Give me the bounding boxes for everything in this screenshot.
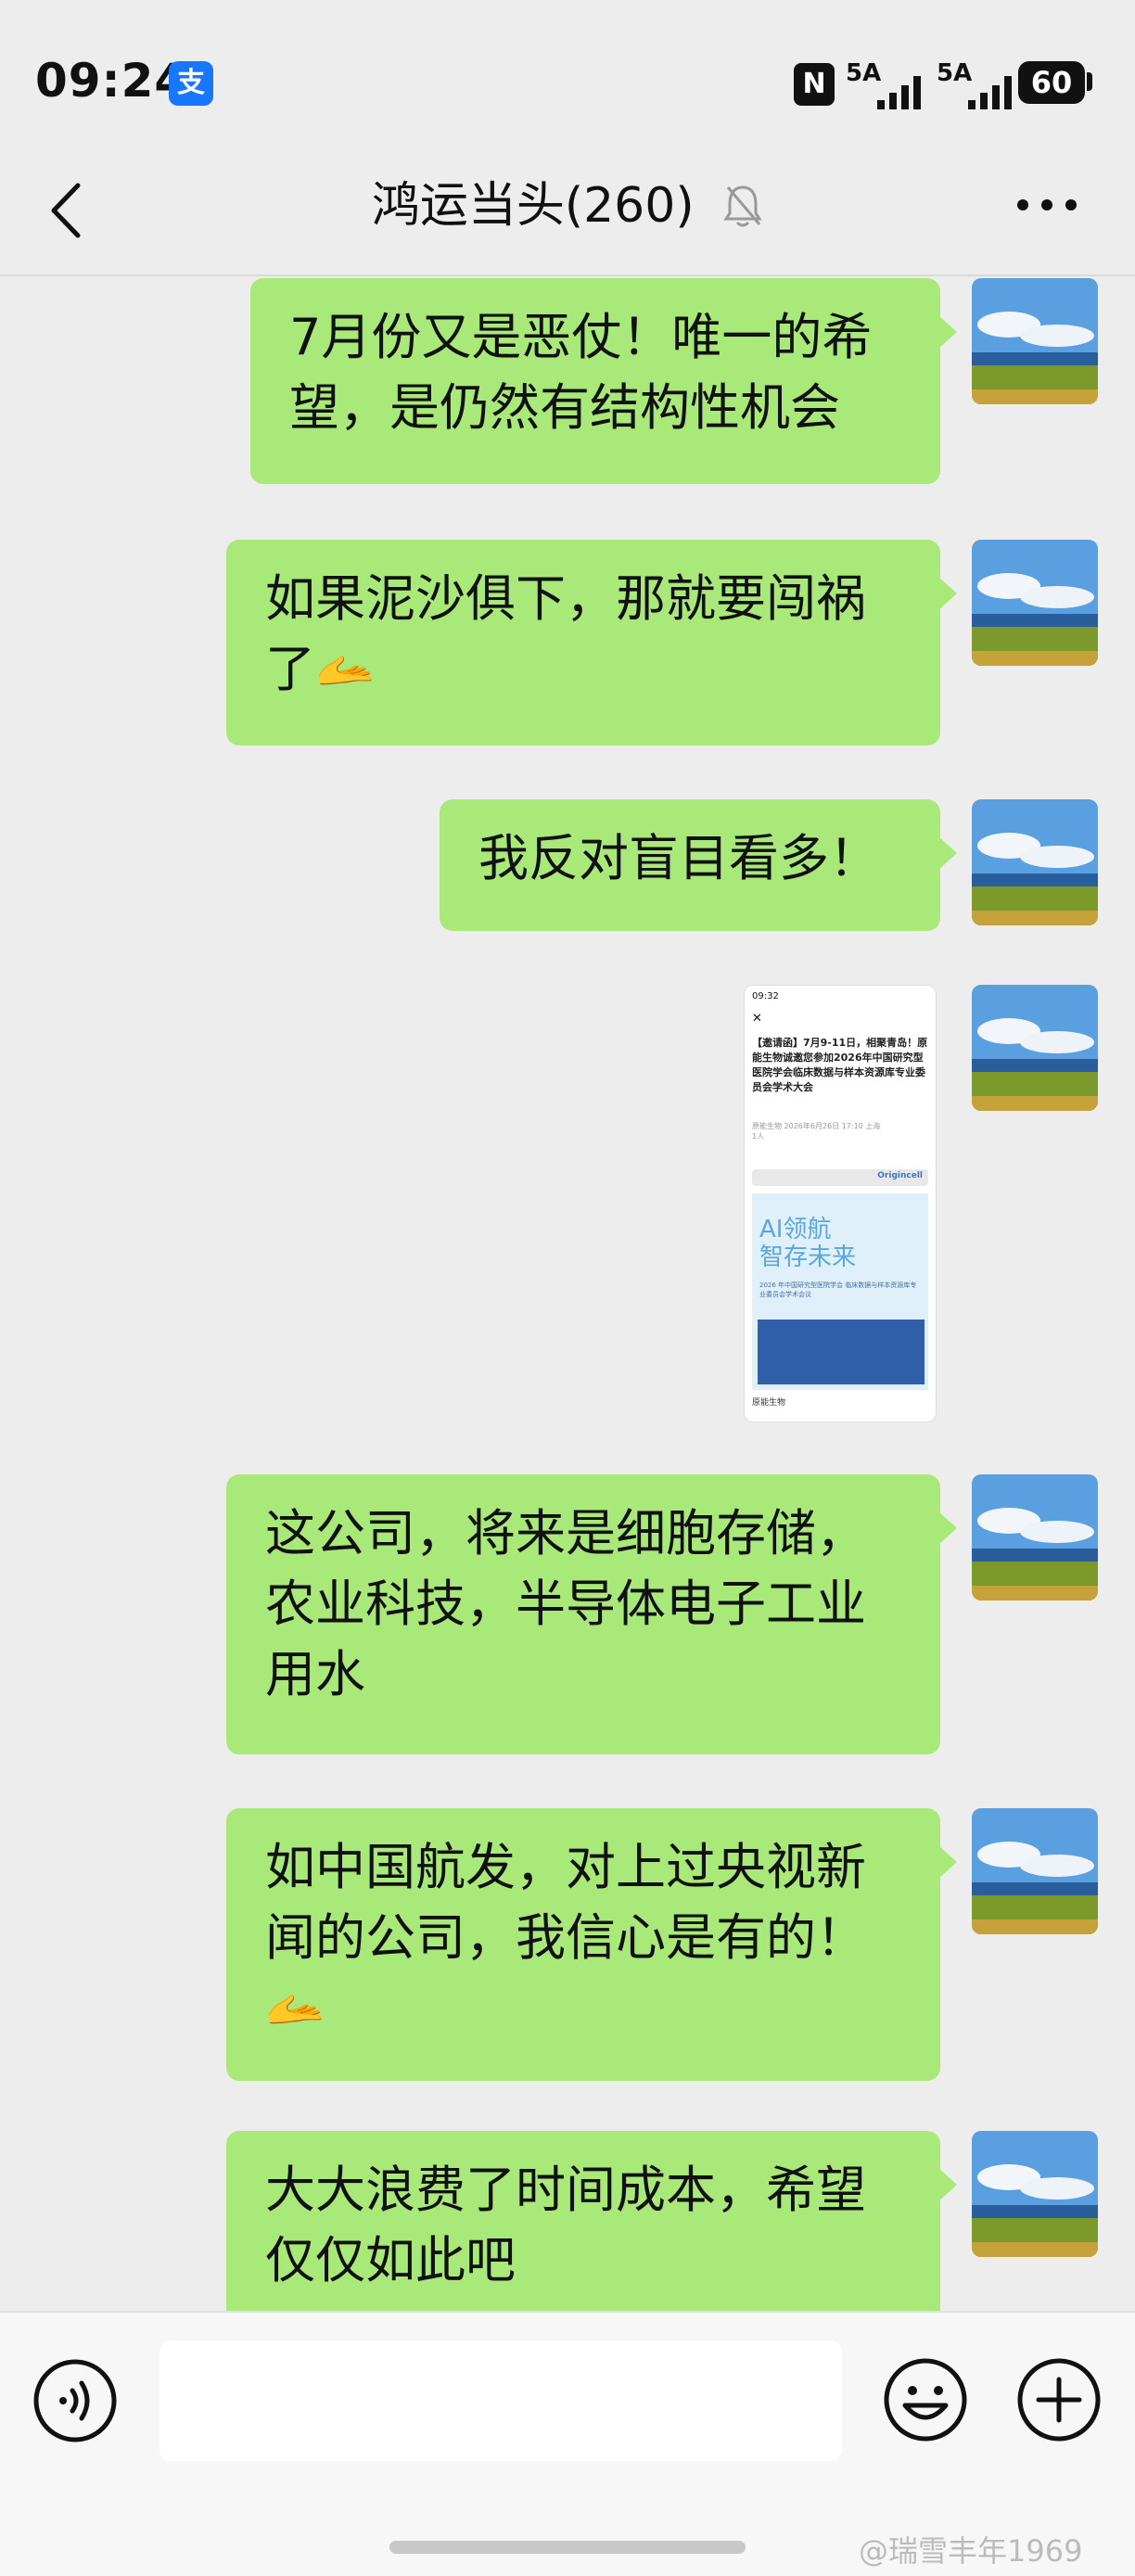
message-bubble[interactable]: 如果泥沙俱下，那就要闯祸 了🫴 xyxy=(226,540,957,746)
message-line: 大大浪费了时间成本，希望 xyxy=(265,2161,866,2219)
message-bubble[interactable]: 大大浪费了时间成本，希望 仅仅如此吧 xyxy=(226,2131,957,2311)
battery-icon: 60 xyxy=(1018,61,1085,104)
message-bubble[interactable]: 这公司，将来是细胞存储， 农业科技，半导体电子工业 用水 xyxy=(226,1474,957,1754)
message-bubble[interactable]: 我反对盲目看多！ xyxy=(440,799,957,931)
avatar[interactable] xyxy=(972,540,1098,666)
avatar[interactable] xyxy=(972,2131,1098,2257)
emoji: 🫴 xyxy=(315,643,376,698)
signal-icon-2: 5A xyxy=(937,59,1026,109)
avatar[interactable] xyxy=(972,278,1098,404)
smiley-icon[interactable] xyxy=(881,2355,970,2444)
message-line: 望，是仍然有结构性机会 xyxy=(289,378,840,437)
chat-title[interactable]: 鸿运当头(260) xyxy=(372,175,695,236)
sim1-label: 5A xyxy=(846,59,882,87)
signal-icon: 5A xyxy=(846,59,935,109)
shot-meta: 原能生物 2026年6月26日 17:10 上海 1人 xyxy=(752,1121,928,1141)
avatar[interactable] xyxy=(972,1474,1098,1600)
message-list[interactable]: 7月份又是恶仗！唯一的希 望，是仍然有结构性机会 如果泥沙俱下，那就要闯祸 了🫴… xyxy=(0,274,1135,2311)
close-icon: ✕ xyxy=(752,1012,762,1026)
message-line: 我反对盲目看多！ xyxy=(478,829,879,887)
shot-building xyxy=(758,1320,925,1384)
message-bubble[interactable]: 如中国航发，对上过央视新 闻的公司，我信心是有的！ 🫴 xyxy=(226,1808,957,2081)
shot-headline: AI领航 智存未来 xyxy=(759,1216,856,1271)
shot-footer: 原能生物 xyxy=(752,1398,786,1408)
shot-reads: 1人 xyxy=(752,1132,765,1141)
shot-headline-1: AI领航 xyxy=(759,1216,832,1243)
message-line: 7月份又是恶仗！唯一的希 xyxy=(289,308,873,366)
message-line: 了 xyxy=(265,640,315,698)
avatar[interactable] xyxy=(972,799,1098,925)
shot-time: 09:32 xyxy=(752,991,779,1001)
shot-title: 【邀请函】7月9-11日，相聚青岛！原能生物诚邀您参加2026年中国研究型医院学… xyxy=(752,1037,928,1093)
message-line: 农业科技，半导体电子工业 xyxy=(265,1575,866,1633)
shot-bar: Origincell xyxy=(752,1169,928,1186)
message-input[interactable] xyxy=(159,2340,842,2461)
message-line: 如中国航发，对上过央视新 xyxy=(265,1838,866,1896)
shot-headline-2: 智存未来 xyxy=(759,1243,857,1271)
chat-title-wrap: 鸿运当头(260) xyxy=(0,172,1135,234)
alipay-icon: 支 xyxy=(169,61,213,106)
message-line: 闻的公司，我信心是有的！ xyxy=(265,1908,866,1967)
message-line: 仅仅如此吧 xyxy=(265,2231,516,2289)
shot-subtitle: 2026 年中国研究型医院学会 临床数据与样本资源库专业委员会学术会议 xyxy=(759,1282,917,1298)
status-bar: 09:24 支 N 5A 5A 60 xyxy=(0,0,1135,167)
message-line: 用水 xyxy=(265,1645,365,1703)
watermark: @瑞雪丰年1969 xyxy=(859,2533,1083,2569)
shot-brand: Origincell xyxy=(877,1171,923,1180)
message-line: 如果泥沙俱下，那就要闯祸 xyxy=(265,569,866,628)
nfc-icon: N xyxy=(794,63,835,106)
message-line: 这公司，将来是细胞存储， xyxy=(265,1504,866,1562)
bell-off-icon xyxy=(723,185,762,227)
image-message[interactable]: 09:32 ✕ 【邀请函】7月9-11日，相聚青岛！原能生物诚邀您参加2026年… xyxy=(744,985,937,1422)
battery-tip xyxy=(1087,72,1092,91)
more-dots-icon[interactable] xyxy=(1016,198,1078,211)
voice-icon[interactable] xyxy=(32,2357,119,2444)
status-time: 09:24 xyxy=(35,54,188,108)
home-indicator[interactable] xyxy=(389,2541,746,2554)
emoji: 🫴 xyxy=(265,1982,325,2037)
avatar[interactable] xyxy=(972,985,1098,1111)
shot-meta-line: 原能生物 2026年6月26日 17:10 上海 xyxy=(752,1122,881,1130)
avatar[interactable] xyxy=(972,1808,1098,1934)
message-bubble[interactable]: 7月份又是恶仗！唯一的希 望，是仍然有结构性机会 xyxy=(250,278,957,484)
sim2-label: 5A xyxy=(937,59,973,87)
plus-icon[interactable] xyxy=(1014,2355,1103,2444)
